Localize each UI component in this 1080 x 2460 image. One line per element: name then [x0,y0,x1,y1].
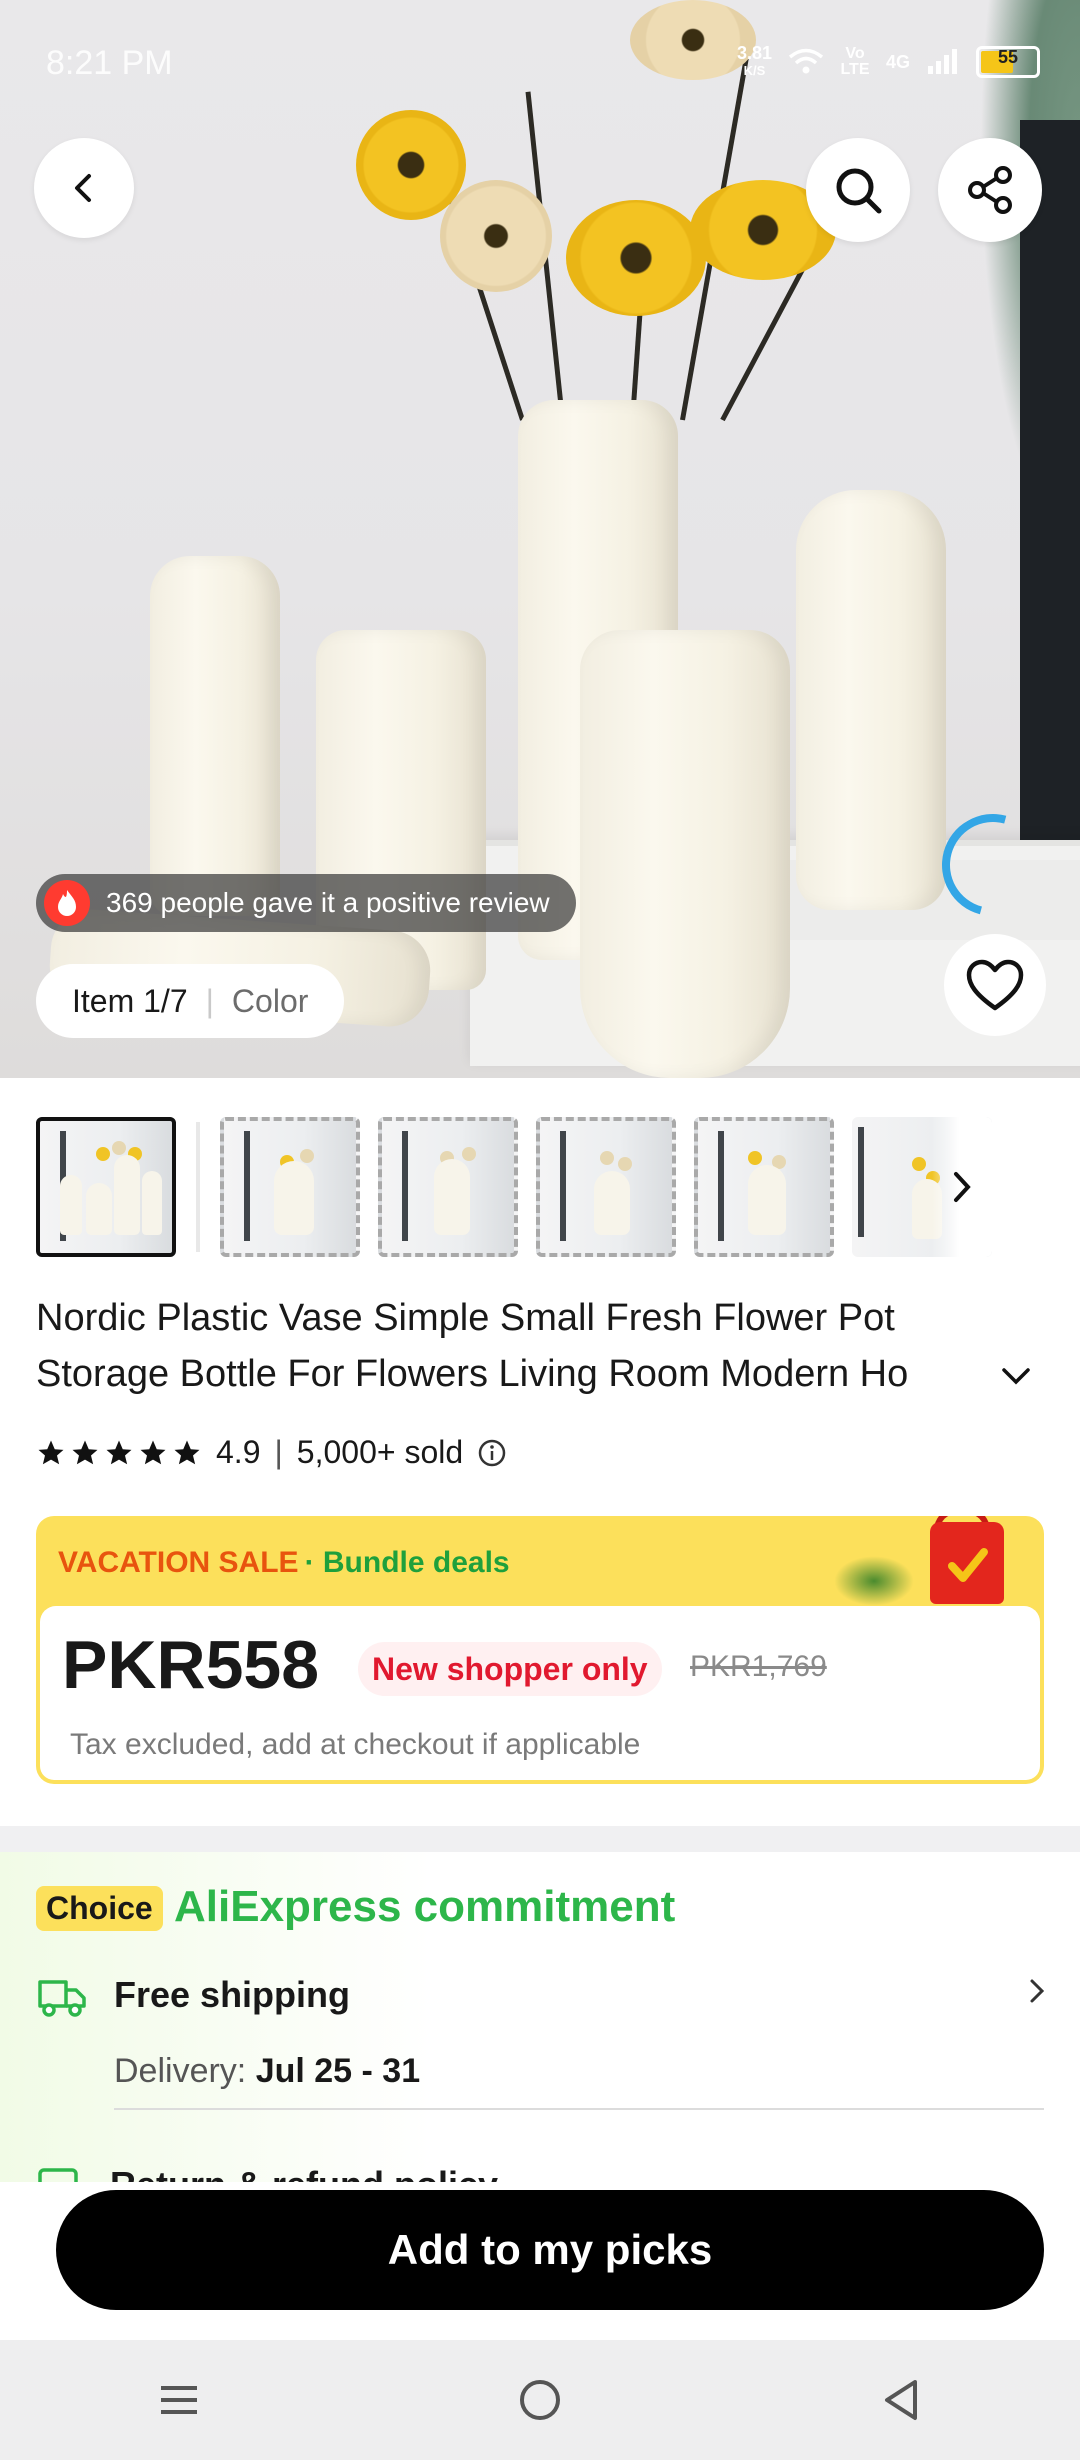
chevron-down-icon[interactable] [996,1356,1036,1396]
bundle-deals-label: · Bundle deals [304,1546,510,1579]
tax-note: Tax excluded, add at checkout if applica… [70,1728,641,1761]
vase [796,490,946,910]
divider: | [205,982,214,1019]
palm-leaf-decoration [834,1556,914,1606]
star-icon [106,1440,132,1464]
thumbnail-divider [196,1122,200,1252]
current-price: PKR558 [62,1627,320,1703]
item-indicator[interactable]: Item 1/7 | Color [36,964,345,1038]
chevron-right-icon[interactable] [1026,1976,1048,2006]
wishlist-button[interactable] [944,934,1046,1036]
fire-icon [44,880,90,926]
heart-icon [966,959,1024,1011]
delivery-label: Delivery: [114,2052,247,2090]
menu-icon[interactable] [157,2378,201,2422]
product-image[interactable]: 8:21 PM 3.81 K/S Vo LTE 4G 55 369 people … [0,0,1080,1078]
network-type: 4G [885,51,910,72]
product-title[interactable]: Nordic Plastic Vase Simple Small Fresh F… [36,1290,1036,1402]
net-speed: 3.81 K/S [736,43,772,78]
thumbnail[interactable] [36,1117,176,1257]
sold-count: 5,000+ sold [296,1434,464,1470]
shopping-bag-icon [930,1522,1004,1604]
info-icon[interactable] [477,1438,507,1468]
thumbnail[interactable] [694,1117,834,1257]
divider [114,2108,1044,2110]
add-to-picks-button[interactable]: Add to my picks [56,2190,1044,2310]
star-icon [174,1440,200,1464]
rating-value: 4.9 [216,1434,261,1470]
free-shipping-label[interactable]: Free shipping [114,1974,350,2016]
truck-icon [38,1980,86,2017]
delivery-dates: Jul 25 - 31 [255,2052,421,2090]
delivery-info: Delivery: Jul 25 - 31 [114,2052,420,2091]
price-box: PKR558 New shopper only PKR1,769 Tax exc… [40,1606,1040,1780]
thumbnail[interactable] [852,1117,992,1257]
review-text: 369 people gave it a positive review [106,887,550,918]
back-nav-icon[interactable] [879,2376,923,2424]
positive-review-pill: 369 people gave it a positive review [36,874,576,932]
rating-row[interactable]: 4.9 | 5,000+ sold [36,1434,507,1471]
thumbnail[interactable] [536,1117,676,1257]
system-nav-bar [0,2340,1080,2460]
price-card[interactable]: VACATION SALE · Bundle deals PKR558 New … [36,1516,1044,1784]
thumbnail[interactable] [378,1117,518,1257]
star-icon [140,1440,166,1464]
color-label: Color [231,982,309,1019]
vase [580,630,790,1078]
thumbnail[interactable] [220,1117,360,1257]
return-icon [38,2168,78,2182]
search-icon [836,168,882,214]
section-divider [0,1826,1080,1852]
return-policy-row[interactable]: Return & refund policy [36,2158,1046,2182]
battery-icon: 55 [976,46,1040,78]
chevron-left-icon [75,174,91,202]
wifi-icon [788,48,824,74]
star-icon [38,1440,64,1464]
choice-badge: Choice [36,1886,163,1931]
status-time: 8:21 PM [46,44,173,82]
commitment-section: Choice AliExpress commitment Free shippi… [0,1852,1080,2182]
signal-icon [928,49,957,74]
flower [440,180,552,292]
chevron-right-icon [954,1172,971,1202]
item-counter: Item 1/7 [72,982,188,1019]
share-icon [968,166,1012,214]
sale-banner: VACATION SALE · Bundle deals [58,1546,510,1580]
vase [150,556,280,916]
thumbnail-next-button[interactable] [932,1117,992,1257]
divider: | [274,1434,283,1470]
back-button[interactable] [34,138,134,238]
home-icon[interactable] [516,2376,564,2424]
commitment-title: AliExpress commitment [174,1882,676,1931]
original-price: PKR1,769 [690,1650,827,1683]
thumbnail-strip [36,1114,1046,1260]
rating-stars [36,1438,202,1468]
return-policy-label: Return & refund policy [110,2164,498,2182]
status-icons: 3.81 K/S Vo LTE 4G 55 [737,44,1040,80]
vacation-sale-label: VACATION SALE [58,1546,299,1579]
share-button[interactable] [938,138,1042,242]
volte-label: Vo LTE [840,45,870,78]
flower [566,200,706,316]
search-button[interactable] [806,138,910,242]
new-shopper-badge: New shopper only [358,1642,662,1696]
star-icon [72,1440,98,1464]
